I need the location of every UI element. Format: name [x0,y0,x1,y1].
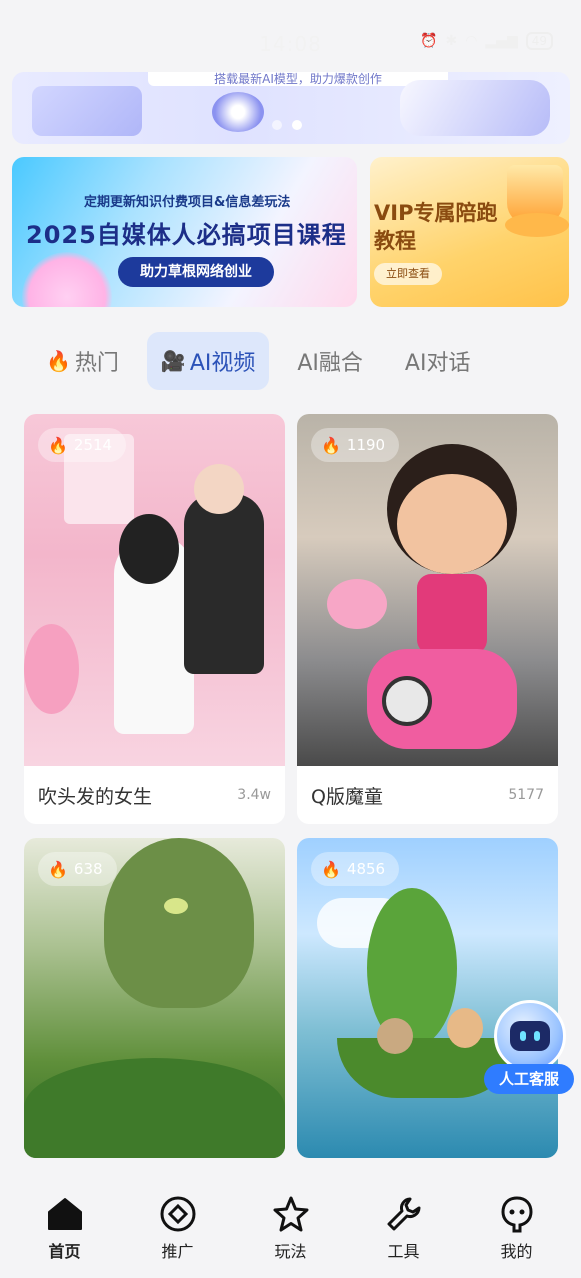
heat-count: 1190 [346,436,386,454]
wrench-icon [387,1197,420,1231]
customer-service-button[interactable]: 人工客服 [484,1000,574,1096]
carousel-dot [272,120,282,130]
carousel-dots [272,120,302,130]
wifi-icon: ◠ [465,33,478,49]
character-vest-graphic [417,574,487,654]
bottom-nav: 首页 推广 玩法 工具 我的 [0,1160,581,1278]
promo-course-pill: 助力草根网络创业 [118,257,274,287]
alarm-icon: ⏰ [420,33,438,49]
card-title: Q版魔童 [311,785,383,808]
card-footer: 吹头发的女生 3.4w [24,766,285,824]
video-thumbnail: 🔥 4856 [297,838,558,1158]
top-banner[interactable]: 搭载最新AI模型，助力爆款创作 [12,72,570,144]
fire-icon: 🔥 [321,859,341,879]
promo-course-banner[interactable]: 定期更新知识付费项目&信息差玩法 2025自媒体人必搞项目课程 助力草根网络创业 [12,157,357,307]
video-camera-icon: 🎥 [160,349,186,373]
nav-label: 工具 [387,1242,420,1261]
nav-tools[interactable]: 工具 [354,1194,454,1278]
promote-icon [160,1196,195,1232]
signal-icon: ▂▄▆ [485,33,518,49]
heat-count: 2514 [73,436,113,454]
heat-badge: 🔥 1190 [311,428,400,462]
video-thumbnail: 🔥 1190 [297,414,558,766]
heat-count: 4856 [346,860,386,878]
nav-label: 玩法 [274,1242,307,1261]
heat-count: 638 [73,860,103,878]
profile-icon [500,1196,533,1233]
boy-graphic [184,494,264,674]
banner-caption: 搭载最新AI模型，助力爆款创作 [148,72,448,86]
card-views: 5177 [508,787,544,803]
girl-hair-graphic [119,514,179,584]
card-views: 3.4w [237,787,271,803]
tab-ai-fusion[interactable]: AI融合 [283,332,377,390]
robot-icon [494,1000,566,1072]
status-time: 14:08 [259,32,322,56]
headlight-graphic [382,676,432,726]
cat-eye-graphic [164,898,188,914]
card-title: 吹头发的女生 [38,785,153,808]
video-card[interactable]: 🔥 2514 吹头发的女生 3.4w [24,414,285,824]
category-tabs: 🔥 热门 🎥 AI视频 AI融合 AI对话 [32,332,552,390]
tab-ai-video[interactable]: 🎥 AI视频 [146,332,270,390]
video-card[interactable]: 🔥 4856 [297,838,558,1158]
decor-bubble [22,252,112,307]
status-bar: 14:08 ⏰ ✱ ◠ ▂▄▆ 49 [0,24,581,64]
hills-graphic [24,1058,285,1158]
carousel-dot-active [292,120,302,130]
tab-label: AI视频 [189,351,256,376]
heat-badge: 🔥 2514 [38,428,127,462]
fire-icon: 🔥 [48,435,68,455]
banner-robot-arm-graphic [400,80,550,136]
video-card[interactable]: 🔥 1190 Q版魔童 5177 [297,414,558,824]
tab-label: AI对话 [404,351,471,376]
tab-ai-chat[interactable]: AI对话 [391,332,485,390]
video-card[interactable]: 🔥 638 [24,838,285,1158]
flower-bouquet-graphic [327,579,387,629]
boy-face-graphic [194,464,244,514]
banner-orb-graphic [212,92,264,132]
banner-chart-graphic [32,86,142,136]
promo-course-title: 2025自媒体人必搞项目课程 [26,221,347,249]
fire-icon: 🔥 [321,435,341,455]
nav-promote[interactable]: 推广 [128,1194,228,1278]
robot-face [510,1021,550,1051]
nav-label: 推广 [161,1242,194,1261]
video-thumbnail: 🔥 638 [24,838,285,1158]
tab-label: AI融合 [297,351,363,376]
status-icons: ⏰ ✱ ◠ ▂▄▆ 49 [420,32,553,50]
fire-icon: 🔥 [48,859,68,879]
cat-graphic [377,1018,413,1054]
fire-icon: 🔥 [46,349,71,373]
nav-label: 我的 [500,1242,533,1261]
trophy-base-graphic [505,213,569,237]
promo-vip-banner[interactable]: VIP专属陪跑教程 立即查看 [370,157,569,307]
star-icon [273,1196,308,1232]
promo-course-subtitle: 定期更新知识付费项目&信息差玩法 [84,195,291,210]
heat-badge: 🔥 638 [38,852,117,886]
cat-mountain-graphic [104,838,254,1008]
character-face-graphic [397,474,507,574]
bluetooth-icon: ✱ [445,33,458,49]
nav-home[interactable]: 首页 [15,1194,115,1278]
nav-label: 首页 [48,1242,81,1261]
customer-service-label: 人工客服 [484,1064,574,1094]
cat-graphic [447,1008,483,1048]
tab-hot[interactable]: 🔥 热门 [32,332,133,390]
mirror-graphic [24,624,79,714]
nav-profile[interactable]: 我的 [467,1194,567,1278]
card-footer: Q版魔童 5177 [297,766,558,824]
heat-badge: 🔥 4856 [311,852,400,886]
nav-gameplay[interactable]: 玩法 [241,1194,341,1278]
promo-vip-title: VIP专属陪跑教程 [374,201,498,253]
promo-vip-button[interactable]: 立即查看 [374,263,442,285]
battery-indicator: 49 [525,32,553,50]
video-thumbnail: 🔥 2514 [24,414,285,766]
home-icon [47,1198,82,1230]
tab-label: 热门 [74,351,119,376]
